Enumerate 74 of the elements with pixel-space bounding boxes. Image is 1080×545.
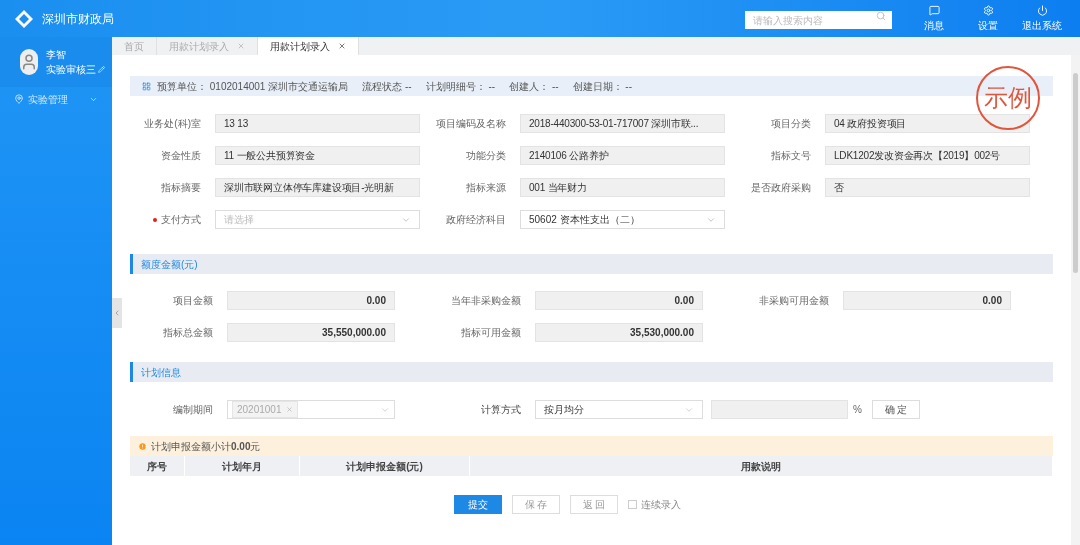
sample-stamp: 示例 bbox=[976, 66, 1040, 130]
input-field[interactable]: 2140106 公路养护 bbox=[520, 146, 725, 165]
header-action-button[interactable]: 设置 bbox=[964, 4, 1012, 33]
info-item: 创建日期： -- bbox=[572, 79, 632, 94]
input-field[interactable]: 深圳市联网立体停车库建设项目-光明新 bbox=[215, 178, 420, 197]
section-header: 计划信息 bbox=[130, 362, 1053, 382]
column-header: 计划申报金额(元) bbox=[300, 456, 470, 476]
avatar bbox=[20, 49, 38, 75]
tab[interactable]: 用款计划录入 bbox=[258, 37, 359, 55]
field-label: 指标来源 bbox=[466, 181, 506, 195]
amount-field: 35,530,000.00 bbox=[535, 323, 703, 342]
form-button[interactable]: 提交 bbox=[454, 495, 502, 514]
field-label: 计算方式 bbox=[480, 403, 522, 417]
search-icon bbox=[876, 10, 886, 21]
amount-field: 35,550,000.00 bbox=[227, 323, 395, 342]
input-field[interactable]: 否 bbox=[825, 178, 1030, 197]
remove-icon[interactable] bbox=[285, 406, 293, 413]
input-field[interactable]: 11 一般公共预算资金 bbox=[215, 146, 420, 165]
user-name: 李智 bbox=[46, 48, 67, 62]
pin-icon bbox=[14, 94, 24, 104]
amount-field: 0.00 bbox=[227, 291, 395, 310]
column-header: 序号 bbox=[130, 456, 185, 476]
logo-icon bbox=[14, 8, 34, 29]
warning-icon bbox=[138, 441, 147, 451]
field-label: 指标可用金额 bbox=[460, 326, 522, 340]
field-label: 是否政府采购 bbox=[751, 181, 811, 195]
input-field[interactable]: 04 政府投资项目 bbox=[825, 114, 1030, 133]
field-label: 项目分类 bbox=[771, 117, 811, 131]
subtotal-text: 计划申报金额小计0.00元 bbox=[151, 439, 261, 454]
info-item: 计划明细号： -- bbox=[425, 79, 496, 94]
field-label: 业务处(科)室 bbox=[144, 117, 201, 131]
field-label: 项目编码及名称 bbox=[436, 117, 506, 131]
search-field[interactable]: 请输入搜索内容 bbox=[745, 11, 892, 29]
amount-field: 0.00 bbox=[535, 291, 703, 310]
input-field[interactable]: LDK1202发改资金再次【2019】002号 bbox=[825, 146, 1030, 165]
select-field[interactable]: 50602 资本性支出（二） bbox=[520, 210, 725, 229]
user-role: 实验审核三 bbox=[46, 63, 96, 77]
continuous-checkbox[interactable]: 连续录入 bbox=[628, 497, 681, 512]
edit-icon bbox=[98, 66, 105, 73]
field-label: 支付方式 bbox=[161, 213, 201, 227]
column-header: 用款说明 bbox=[470, 456, 1053, 476]
header-action-button[interactable]: 退出系统 bbox=[1018, 4, 1066, 33]
input-field[interactable]: 001 当年财力 bbox=[520, 178, 725, 197]
field-label: 资金性质 bbox=[161, 149, 201, 163]
field-label: 当年非采购金额 bbox=[450, 294, 522, 308]
settings-icon bbox=[982, 4, 994, 16]
message-icon bbox=[928, 4, 940, 16]
header-action-button[interactable]: 消息 bbox=[910, 4, 958, 33]
info-item: 流程状态 -- bbox=[362, 79, 412, 94]
app-title: 深圳市财政局 bbox=[42, 10, 114, 28]
info-item: 创建人： -- bbox=[509, 79, 559, 94]
field-label: 项目金额 bbox=[172, 294, 214, 308]
field-label: 政府经济科目 bbox=[446, 213, 506, 227]
confirm-button[interactable]: 确 定 bbox=[871, 400, 920, 419]
input-field[interactable]: 13 13 bbox=[215, 114, 420, 133]
period-tag: 20201001 bbox=[232, 401, 298, 418]
unit-label: % bbox=[853, 403, 862, 417]
grid-icon bbox=[142, 81, 151, 91]
field-label: 指标文号 bbox=[771, 149, 811, 163]
power-icon bbox=[1036, 4, 1048, 16]
input-field[interactable]: 2018-440300-53-01-717007 深圳市联... bbox=[520, 114, 725, 133]
collapse-handle[interactable] bbox=[112, 298, 122, 328]
field-label: 非采购可用金额 bbox=[758, 294, 830, 308]
section-header: 额度金额(元) bbox=[130, 254, 1053, 274]
field-label: 功能分类 bbox=[466, 149, 506, 163]
column-header: 计划年月 bbox=[185, 456, 300, 476]
amount-field: 0.00 bbox=[843, 291, 1011, 310]
field-label: 指标摘要 bbox=[161, 181, 201, 195]
select-field[interactable]: 按月均分 bbox=[535, 400, 703, 419]
field-label: 编制期间 bbox=[172, 403, 214, 417]
input-field[interactable] bbox=[711, 400, 848, 419]
info-item: 预算单位： 0102014001 深圳市交通运输局 bbox=[157, 79, 349, 94]
field-label: 指标总金额 bbox=[162, 326, 214, 340]
close-icon[interactable] bbox=[338, 42, 346, 50]
